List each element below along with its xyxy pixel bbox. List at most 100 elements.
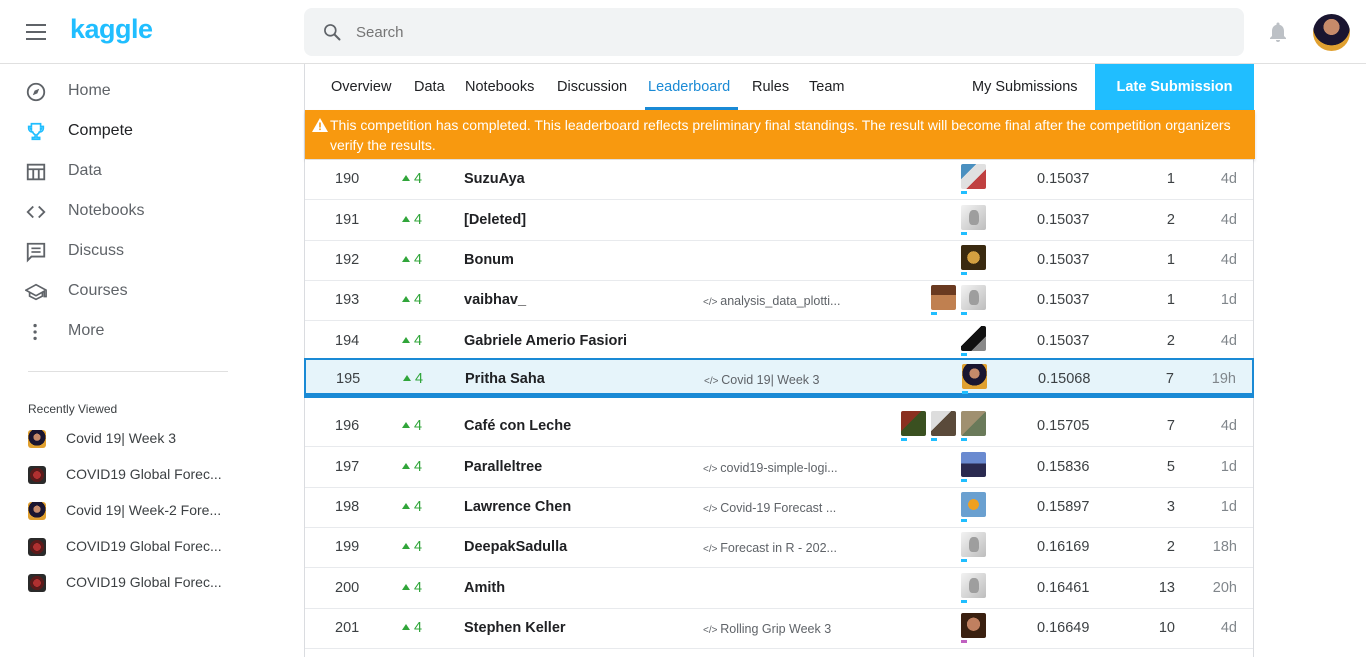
team-name[interactable]: Amith	[464, 580, 505, 596]
kernel-link[interactable]: </> Covid 19| Week 3	[704, 373, 819, 387]
team-name[interactable]: [Deleted]	[464, 212, 526, 228]
tier-indicator	[931, 312, 937, 315]
team-member-avatar[interactable]	[961, 573, 986, 603]
team-name[interactable]: Pritha Saha	[465, 371, 545, 387]
team-name[interactable]: Café con Leche	[464, 418, 571, 434]
entries-cell: 10	[1158, 620, 1175, 636]
late-submission-button[interactable]: Late Submission	[1095, 64, 1254, 110]
team-name[interactable]: vaibhav_	[464, 292, 526, 308]
table-row[interactable]: 194 4 Gabriele Amerio Fasiori 0.15037 2 4d	[305, 322, 1253, 362]
rank-cell: 190	[335, 171, 360, 187]
my-submissions-link[interactable]: My Submissions	[972, 79, 1078, 95]
sidebar-item-label: Compete	[68, 122, 133, 139]
kernel-link[interactable]: </> Forecast in R - 202...	[703, 541, 837, 555]
user-avatar[interactable]	[1313, 14, 1350, 51]
team-member-avatar[interactable]	[961, 532, 986, 562]
sidebar-item-label: Notebooks	[68, 202, 145, 219]
sidebar-item-more[interactable]: More	[0, 312, 270, 352]
score-cell: 0.15037	[1037, 252, 1090, 268]
team-name[interactable]: Bonum	[464, 252, 514, 268]
bell-icon[interactable]	[1266, 20, 1290, 44]
rank-up-icon	[402, 175, 410, 181]
kernel-link[interactable]: </> Rolling Grip Week 3	[703, 622, 831, 636]
tab-data[interactable]: Data	[414, 79, 445, 95]
sidebar-item-compete[interactable]: Compete	[0, 112, 270, 152]
tab-team[interactable]: Team	[809, 79, 844, 95]
team-member-avatar[interactable]	[961, 492, 986, 522]
competition-thumbnail	[28, 574, 46, 592]
table-row-current-user[interactable]: 195 4 Pritha Saha </> Covid 19| Week 3 0.150…	[304, 358, 1254, 398]
leaderboard-panel: Overview Data Notebooks Discussion Leade…	[304, 64, 1255, 657]
tab-discussion[interactable]: Discussion	[557, 79, 627, 95]
sidebar-item-data[interactable]: Data	[0, 152, 270, 192]
warning-icon	[312, 118, 328, 132]
team-member-avatar[interactable]	[961, 285, 986, 315]
team-name[interactable]: SuzuAya	[464, 171, 525, 187]
recent-item[interactable]: COVID19 Global Forec...	[0, 533, 270, 561]
rank-cell: 200	[335, 580, 360, 596]
table-row[interactable]: 191 4 [Deleted] 0.15037 2 4d	[305, 201, 1253, 241]
table-row[interactable]: 200 4 Amith 0.16461 13 20h	[305, 569, 1253, 609]
table-row[interactable]: 197 4 Paralleltree </> covid19-simple-logi.…	[305, 448, 1253, 488]
rank-change-cell: 4	[402, 418, 422, 434]
tab-notebooks[interactable]: Notebooks	[465, 79, 534, 95]
team-name[interactable]: Paralleltree	[464, 459, 542, 475]
score-cell: 0.16649	[1037, 620, 1090, 636]
recent-item[interactable]: COVID19 Global Forec...	[0, 569, 270, 597]
table-row[interactable]: 193 4 vaibhav_ </> analysis_data_plotti... 0…	[305, 281, 1253, 321]
table-row[interactable]: 201 4 Stephen Keller </> Rolling Grip Week …	[305, 609, 1253, 649]
tab-overview[interactable]: Overview	[331, 79, 391, 95]
kernel-title: Covid 19| Week 3	[721, 373, 820, 387]
team-name[interactable]: Lawrence Chen	[464, 499, 571, 515]
rank-cell: 196	[335, 418, 360, 434]
sidebar-item-courses[interactable]: Courses	[0, 272, 270, 312]
search-bar[interactable]	[304, 8, 1244, 56]
team-member-avatar[interactable]	[931, 285, 956, 315]
team-member-avatar[interactable]	[961, 613, 986, 643]
recent-item[interactable]: Covid 19| Week-2 Fore...	[0, 497, 270, 525]
team-member-avatar[interactable]	[961, 452, 986, 482]
team-member-avatar[interactable]	[931, 411, 956, 441]
top-bar: kaggle	[0, 0, 1366, 64]
table-row[interactable]: 198 4 Lawrence Chen </> Covid-19 Forecast .…	[305, 488, 1253, 528]
menu-icon[interactable]	[26, 24, 46, 40]
table-row[interactable]: 196 4 Café con Leche 0.15705 7 4d	[305, 407, 1253, 447]
team-name[interactable]: Stephen Keller	[464, 620, 566, 636]
search-input[interactable]	[356, 8, 1216, 56]
sidebar-item-discuss[interactable]: Discuss	[0, 232, 270, 272]
team-member-avatar[interactable]	[961, 326, 986, 356]
kernel-link[interactable]: </> Covid-19 Forecast ...	[703, 501, 836, 515]
code-icon: </>	[703, 544, 721, 555]
team-member-avatar[interactable]	[901, 411, 926, 441]
team-name[interactable]: Gabriele Amerio Fasiori	[464, 333, 627, 349]
team-member-avatar[interactable]	[961, 205, 986, 235]
rank-up-icon	[402, 463, 410, 469]
rank-up-icon	[402, 296, 410, 302]
score-cell: 0.15037	[1037, 333, 1090, 349]
kaggle-logo[interactable]: kaggle	[70, 14, 153, 45]
table-row[interactable]: 199 4 DeepakSadulla </> Forecast in R - 202…	[305, 528, 1253, 568]
rank-change-value: 4	[414, 333, 423, 349]
team-member-avatar[interactable]	[961, 411, 986, 441]
kernel-link[interactable]: </> covid19-simple-logi...	[703, 461, 838, 475]
kernel-link[interactable]: </> analysis_data_plotti...	[703, 294, 840, 308]
last-submission-cell: 4d	[1220, 252, 1237, 268]
sidebar-item-home[interactable]: Home	[0, 72, 270, 112]
score-cell: 0.15037	[1037, 171, 1090, 187]
team-member-avatar[interactable]	[962, 364, 987, 394]
tab-rules[interactable]: Rules	[752, 79, 789, 95]
table-row[interactable]: 190 4 SuzuAya 0.15037 1 4d	[305, 160, 1253, 200]
team-name[interactable]: DeepakSadulla	[464, 539, 567, 555]
team-member-avatar[interactable]	[961, 245, 986, 275]
table-row[interactable]: 192 4 Bonum 0.15037 1 4d	[305, 241, 1253, 281]
kernel-title: analysis_data_plotti...	[720, 294, 841, 308]
recent-item[interactable]: Covid 19| Week 3	[0, 425, 270, 453]
entries-cell: 7	[1166, 418, 1175, 434]
sidebar-item-notebooks[interactable]: Notebooks	[0, 192, 270, 232]
team-member-avatar[interactable]	[961, 164, 986, 194]
competition-thumbnail	[28, 538, 46, 556]
tier-indicator	[962, 391, 968, 394]
tab-leaderboard[interactable]: Leaderboard	[648, 79, 730, 95]
rank-change-cell: 4	[402, 171, 422, 187]
recent-item[interactable]: COVID19 Global Forec...	[0, 461, 270, 489]
